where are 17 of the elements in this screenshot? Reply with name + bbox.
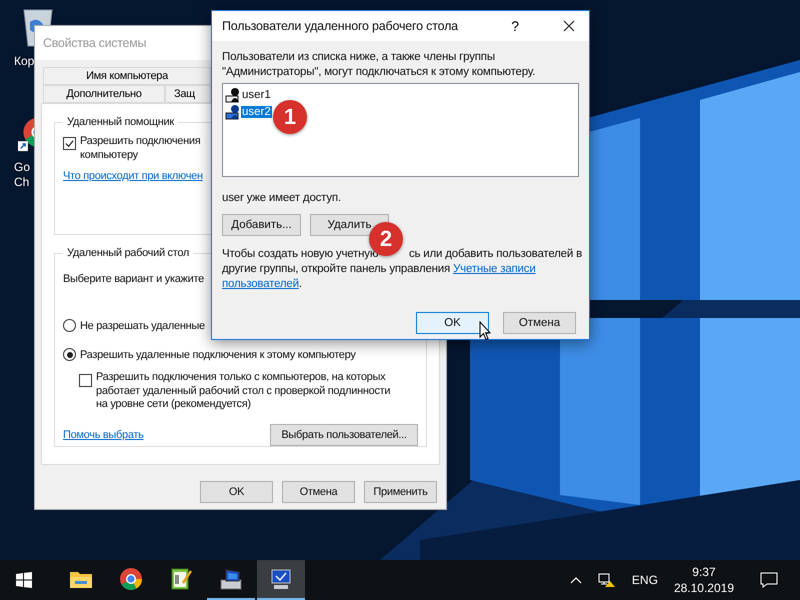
radio-label: Не разрешать удаленные <box>80 320 205 332</box>
group-title: Удаленный рабочий стол <box>66 247 190 259</box>
checkbox-label: Разрешить подключения компьютеру <box>80 134 200 162</box>
window-title: Свойства системы <box>43 36 146 50</box>
info-text: сь или добавить пользователей в <box>408 247 582 262</box>
dialog-title: Пользователи удаленного рабочего стола <box>222 19 460 33</box>
description-text: Пользователи из списка ниже, а также члены группы "Администраторы", могут подключаться к этому компьютеру. <box>222 50 536 80</box>
info-text: другие группы, откройте панель управления <box>222 263 450 275</box>
clock-time: 9:37 <box>692 564 716 580</box>
status-text: user уже имеет доступ. <box>222 192 342 204</box>
group-title: Удаленный помощник <box>66 116 176 128</box>
instruction-text: Выберите вариант и укажите <box>63 273 204 285</box>
checkbox-label: Разрешить подключения только с компьютеров, на которых работает удаленный рабочий стол с проверкой подлинности на уровне сети (рекомендуется) <box>96 371 392 412</box>
clock-date: 28.10.2019 <box>674 580 734 596</box>
punctuation-text: . <box>298 278 302 290</box>
radio-label: Разрешить удаленные подключения к этому компьютеру <box>80 348 356 360</box>
info-text: Чтобы создать новую учетную <box>222 247 378 262</box>
